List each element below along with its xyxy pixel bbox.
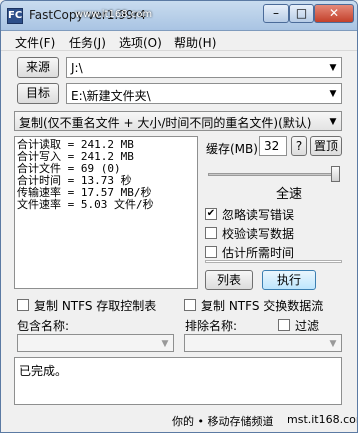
- always-on-top-button[interactable]: 置顶: [310, 136, 342, 156]
- app-icon: FC: [7, 8, 23, 24]
- filter-checkbox[interactable]: [278, 319, 290, 331]
- include-names-combo[interactable]: ▼: [17, 334, 174, 352]
- watermark-text: www.it168.com: [75, 9, 153, 20]
- menu-options[interactable]: 选项(O): [119, 34, 162, 51]
- footer-site: mst.it168.com: [287, 413, 357, 426]
- stats-list: 合计读取 = 241.2 MB 合计写入 = 241.2 MB 合计文件 = 6…: [17, 139, 154, 211]
- copy-streams-label: 复制 NTFS 交换数据流: [201, 299, 324, 313]
- speed-label: 全速: [276, 187, 303, 202]
- chevron-down-icon[interactable]: ▼: [327, 88, 339, 100]
- stats-panel: 合计读取 = 241.2 MB 合计写入 = 241.2 MB 合计文件 = 6…: [14, 136, 198, 289]
- source-button[interactable]: 来源: [17, 57, 59, 78]
- source-path-value: J:\: [71, 61, 83, 75]
- chevron-down-icon[interactable]: ▼: [327, 338, 339, 350]
- verify-checkbox[interactable]: [205, 227, 217, 239]
- ignore-errors-label: 忽略读写错误: [222, 208, 295, 222]
- stat-line: 文件速率 = 5.03 文件/秒: [17, 198, 154, 211]
- app-window: FC FastCopy ver1.99r4 www.it168.com – □ …: [0, 0, 358, 433]
- minimize-button[interactable]: –: [263, 4, 289, 23]
- title-bar: FC FastCopy ver1.99r4 www.it168.com – □ …: [1, 1, 357, 31]
- log-panel[interactable]: 已完成。: [14, 357, 342, 405]
- menu-help[interactable]: 帮助(H): [174, 34, 216, 51]
- target-path-combo[interactable]: E:\新建文件夹\ ▼: [66, 83, 342, 104]
- copy-acl-checkbox[interactable]: [17, 299, 29, 311]
- verify-label: 校验读写数据: [222, 227, 295, 241]
- slider-track: [208, 173, 340, 176]
- target-button[interactable]: 目标: [17, 83, 59, 104]
- chevron-down-icon[interactable]: ▼: [159, 338, 171, 350]
- execute-button[interactable]: 执行: [262, 270, 316, 290]
- speed-slider[interactable]: [206, 165, 342, 183]
- include-label: 包含名称:: [17, 319, 70, 333]
- menu-job[interactable]: 任务(J): [69, 34, 106, 51]
- list-button[interactable]: 列表: [205, 270, 253, 290]
- chevron-down-icon[interactable]: ▼: [327, 62, 339, 74]
- footer-caption: 你的 • 移动存储频道: [172, 415, 274, 428]
- buffer-label: 缓存(MB): [206, 142, 258, 156]
- maximize-button[interactable]: □: [289, 4, 314, 23]
- exclude-names-combo[interactable]: ▼: [184, 334, 342, 352]
- copy-streams-checkbox[interactable]: [184, 299, 196, 311]
- copy-mode-select[interactable]: 复制(仅不重名文件 + 大小/时间不同的重名文件)(默认) ▼: [14, 111, 342, 131]
- slider-thumb[interactable]: [331, 166, 340, 182]
- log-text: 已完成。: [19, 364, 68, 378]
- chevron-down-icon[interactable]: ▼: [327, 116, 339, 128]
- target-path-value: E:\新建文件夹\: [71, 89, 151, 103]
- ignore-errors-checkbox[interactable]: ✔: [205, 208, 217, 220]
- filter-label: 过滤: [295, 319, 320, 333]
- menu-file[interactable]: 文件(F): [15, 34, 55, 51]
- copy-mode-value: 复制(仅不重名文件 + 大小/时间不同的重名文件)(默认): [19, 116, 312, 130]
- estimate-label: 估计所需时间: [222, 246, 295, 260]
- exclude-label: 排除名称:: [185, 319, 238, 333]
- close-button[interactable]: ✕: [314, 4, 354, 23]
- source-path-combo[interactable]: J:\ ▼: [66, 57, 342, 78]
- help-button[interactable]: ?: [291, 136, 307, 156]
- menu-bar: 文件(F) 任务(J) 选项(O) 帮助(H): [1, 31, 357, 51]
- progress-bar: [205, 260, 342, 263]
- estimate-checkbox[interactable]: [205, 246, 217, 258]
- copy-acl-label: 复制 NTFS 存取控制表: [34, 299, 157, 313]
- buffer-size-value: 32: [264, 139, 280, 153]
- buffer-size-input[interactable]: 32: [259, 136, 287, 156]
